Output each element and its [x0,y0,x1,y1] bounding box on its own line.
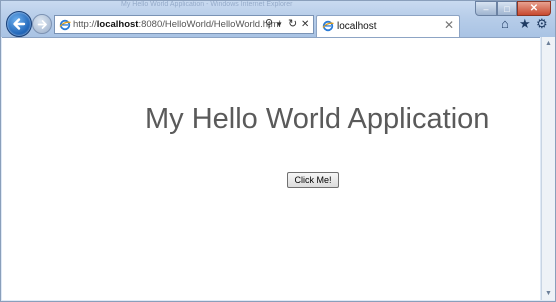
scroll-up-arrow-icon[interactable]: ▲ [542,37,555,50]
close-button[interactable]: ✕ [517,1,551,16]
tab-label: localhost [337,21,377,32]
ie-tab-icon [322,20,334,32]
favorites-star-icon[interactable]: ★ [519,17,531,31]
ie-page-icon [59,19,71,31]
refresh-icon[interactable]: ↻ [288,18,297,31]
address-bar[interactable]: http://localhost:8080/HelloWorld/HelloWo… [54,15,314,34]
window-title: My Hello World Application - Windows Int… [121,1,293,8]
home-icon[interactable]: ⌂ [501,17,509,31]
address-url[interactable]: http://localhost:8080/HelloWorld/HelloWo… [73,19,281,30]
click-me-button[interactable]: Click Me! [287,172,339,188]
browser-window: My Hello World Application - Windows Int… [0,0,556,302]
arrow-left-icon [13,18,26,30]
vertical-scrollbar[interactable]: ▲ ▼ [541,37,555,300]
tab-close-icon[interactable]: ✕ [444,19,454,32]
tab-localhost[interactable]: localhost ✕ [316,15,460,37]
scroll-down-arrow-icon[interactable]: ▼ [542,287,555,300]
search-icon[interactable]: ⚲ [265,18,273,31]
maximize-button[interactable]: □ [497,1,517,16]
back-button[interactable] [6,11,32,37]
arrow-right-icon [37,19,47,29]
dropdown-icon[interactable]: ▾ [277,18,282,31]
stop-icon[interactable]: ✕ [301,18,309,31]
title-bar: My Hello World Application - Windows Int… [1,1,555,37]
window-controls: – □ ✕ [475,1,553,17]
page-heading: My Hello World Application [145,103,490,135]
page-content: My Hello World Application Click Me! [2,37,540,300]
forward-button[interactable] [32,14,52,34]
tools-gear-icon[interactable]: ⚙ [536,17,548,31]
minimize-button[interactable]: – [475,1,497,16]
